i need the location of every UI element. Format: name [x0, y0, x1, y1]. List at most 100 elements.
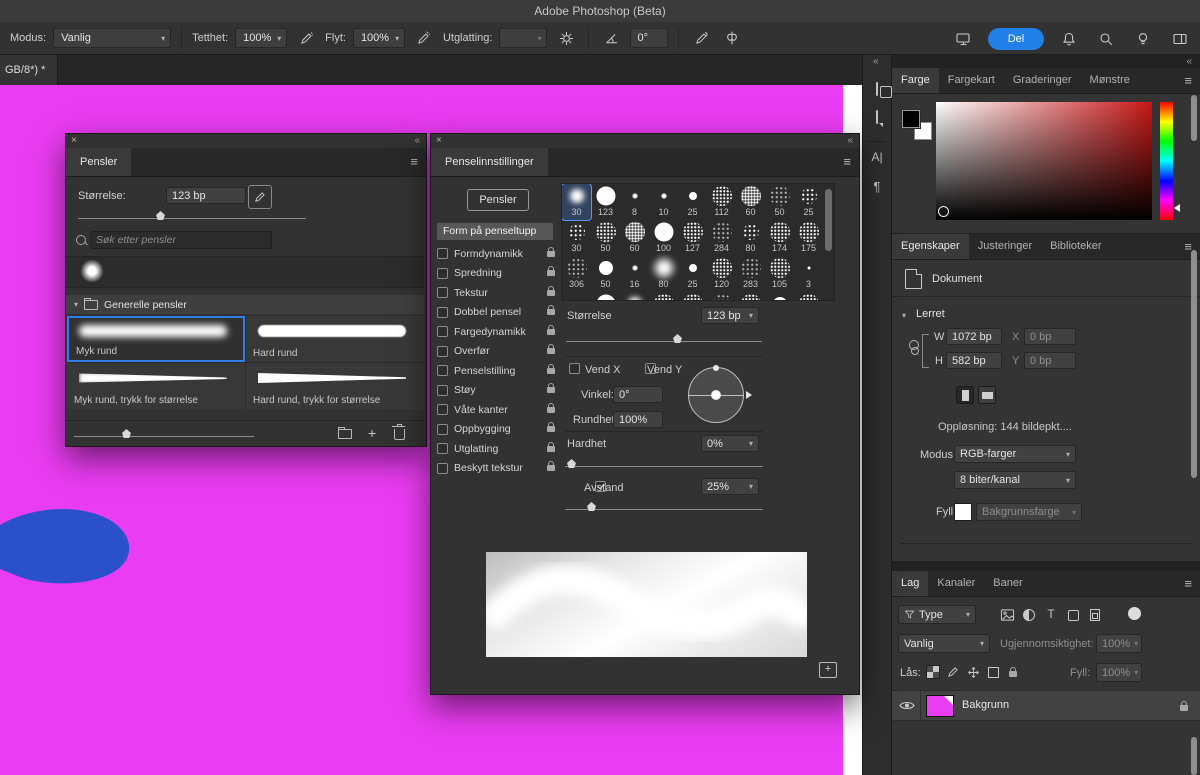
flip-x-checkbox[interactable] — [569, 363, 580, 374]
new-brush-icon[interactable]: + — [368, 426, 376, 440]
saturation-brightness-square[interactable] — [936, 102, 1152, 220]
opacity-dropdown[interactable]: 100% — [1096, 634, 1142, 653]
hardness-slider[interactable] — [565, 458, 763, 468]
tab-brushes[interactable]: Pensler — [66, 148, 131, 176]
brush-tip-cell[interactable]: 50 — [765, 184, 794, 220]
panel-tab[interactable]: Justeringer — [969, 234, 1041, 259]
foreground-background-swatches[interactable] — [902, 110, 932, 140]
brush-tip-cell[interactable]: 120 — [707, 256, 736, 292]
brush-option-row[interactable]: Utglatting — [437, 439, 555, 459]
brush-tip-cell[interactable] — [678, 292, 707, 301]
lock-artboard-icon[interactable] — [984, 663, 1002, 681]
panel-menu-icon[interactable]: ≡ — [1184, 73, 1200, 88]
y-field[interactable]: 0 bp — [1024, 352, 1076, 369]
collapse-icon[interactable]: « — [847, 134, 853, 148]
angle-dial[interactable] — [688, 367, 744, 423]
filter-smart-object-icon[interactable] — [1086, 606, 1104, 624]
fill-dropdown[interactable]: 100% — [1096, 663, 1142, 682]
brush-tip-shape-item[interactable]: Form på penseltupp — [437, 223, 553, 240]
lock-icon[interactable] — [547, 348, 555, 354]
lock-icon[interactable] — [547, 387, 555, 393]
option-checkbox[interactable] — [437, 365, 448, 376]
option-checkbox[interactable] — [437, 287, 448, 298]
brush-search-input[interactable] — [90, 231, 272, 249]
lock-pixels-icon[interactable] — [944, 663, 962, 681]
brush-option-row[interactable]: Tekstur — [437, 283, 555, 303]
search-icon[interactable] — [1094, 28, 1118, 50]
spacing-slider[interactable] — [565, 501, 763, 511]
layer-row[interactable]: Bakgrunn — [892, 690, 1200, 721]
brush-tip-cell[interactable]: 30 — [562, 184, 591, 220]
brush-tip-cell[interactable] — [736, 292, 765, 301]
brush-tip-cell[interactable]: 112 — [707, 184, 736, 220]
workspace-layout-icon[interactable] — [1168, 28, 1192, 50]
lock-all-icon[interactable] — [1004, 665, 1022, 683]
collapse-icon[interactable]: « — [1186, 56, 1192, 67]
visibility-eye-icon[interactable] — [899, 700, 915, 711]
brush-tip-cell[interactable]: 80 — [649, 256, 678, 292]
height-field[interactable]: 582 bp — [946, 352, 1002, 369]
fill-dropdown[interactable]: Bakgrunnsfarge — [976, 503, 1082, 521]
opacity-dropdown[interactable]: 100% — [235, 28, 287, 48]
snapshot-panel-icon[interactable] — [876, 83, 878, 95]
layer-filter-dropdown[interactable]: Type — [898, 605, 976, 624]
brush-tip-cell[interactable]: 10 — [649, 184, 678, 220]
brush-tip-cell[interactable]: 25 — [794, 184, 823, 220]
panel-tab[interactable]: Egenskaper — [892, 234, 969, 259]
lock-icon[interactable] — [547, 368, 555, 374]
bit-depth-dropdown[interactable]: 8 biter/kanal — [954, 471, 1076, 489]
new-group-icon[interactable] — [338, 429, 352, 442]
slider-thumb[interactable] — [587, 502, 596, 511]
panel-tab[interactable]: Mønstre — [1081, 68, 1139, 93]
notifications-bell-icon[interactable] — [1057, 28, 1081, 50]
pressure-size-toggle[interactable] — [248, 185, 272, 209]
width-field[interactable]: 1072 bp — [946, 328, 1002, 345]
brush-tip-cell[interactable] — [620, 292, 649, 301]
filter-toggle[interactable] — [1128, 607, 1141, 620]
brush-option-row[interactable]: Støy — [437, 381, 555, 401]
brush-preset[interactable]: Hard rund, trykk for størrelse — [246, 363, 424, 409]
paragraph-panel-icon[interactable]: ¶ — [874, 179, 881, 194]
roundness-field[interactable]: 100% — [613, 411, 663, 428]
brush-tip-cell[interactable]: 283 — [736, 256, 765, 292]
brush-tip-cell[interactable]: 50 — [591, 220, 620, 256]
size-slider[interactable] — [566, 333, 762, 343]
brush-tip-cell[interactable]: 284 — [707, 220, 736, 256]
option-checkbox[interactable] — [437, 248, 448, 259]
lock-icon[interactable] — [547, 446, 555, 452]
brush-tip-cell[interactable]: 306 — [562, 256, 591, 292]
color-picker-indicator[interactable] — [938, 206, 949, 217]
fill-color-swatch[interactable] — [954, 503, 972, 521]
brush-preset[interactable]: Hard rund — [246, 316, 424, 362]
size-field[interactable]: 123 bp — [701, 307, 759, 324]
comments-panel-icon[interactable] — [876, 111, 878, 123]
option-checkbox[interactable] — [437, 424, 448, 435]
brush-tip-cell[interactable]: 80 — [736, 220, 765, 256]
x-field[interactable]: 0 bp — [1024, 328, 1076, 345]
lock-icon[interactable] — [547, 270, 555, 276]
orientation-portrait-button[interactable] — [956, 386, 974, 404]
brush-angle-field[interactable]: 0° — [630, 28, 668, 48]
option-checkbox[interactable] — [437, 268, 448, 279]
option-checkbox[interactable] — [437, 346, 448, 357]
lock-icon[interactable] — [547, 465, 555, 471]
option-checkbox[interactable] — [437, 326, 448, 337]
option-checkbox[interactable] — [437, 385, 448, 396]
brush-tip-cell[interactable]: 60 — [736, 184, 765, 220]
filter-type-layers-icon[interactable]: T — [1042, 605, 1060, 623]
smoothing-gear-icon[interactable] — [554, 27, 578, 49]
discover-bulb-icon[interactable] — [1131, 28, 1155, 50]
recent-brush-thumb[interactable] — [80, 260, 104, 282]
panel-tab[interactable]: Graderinger — [1004, 68, 1081, 93]
dial-knob[interactable] — [713, 365, 719, 371]
share-button[interactable]: Del — [988, 28, 1044, 50]
brush-option-row[interactable]: Dobbel pensel — [437, 303, 555, 323]
brush-option-row[interactable]: Fargedynamikk — [437, 322, 555, 342]
lock-icon[interactable] — [547, 309, 555, 315]
brush-tip-cell[interactable] — [794, 292, 823, 301]
brush-tip-cell[interactable]: 25 — [678, 184, 707, 220]
panel-menu-icon[interactable]: ≡ — [843, 148, 851, 176]
brush-option-row[interactable]: Våte kanter — [437, 400, 555, 420]
symmetry-icon[interactable] — [720, 27, 744, 49]
lock-icon[interactable] — [547, 290, 555, 296]
